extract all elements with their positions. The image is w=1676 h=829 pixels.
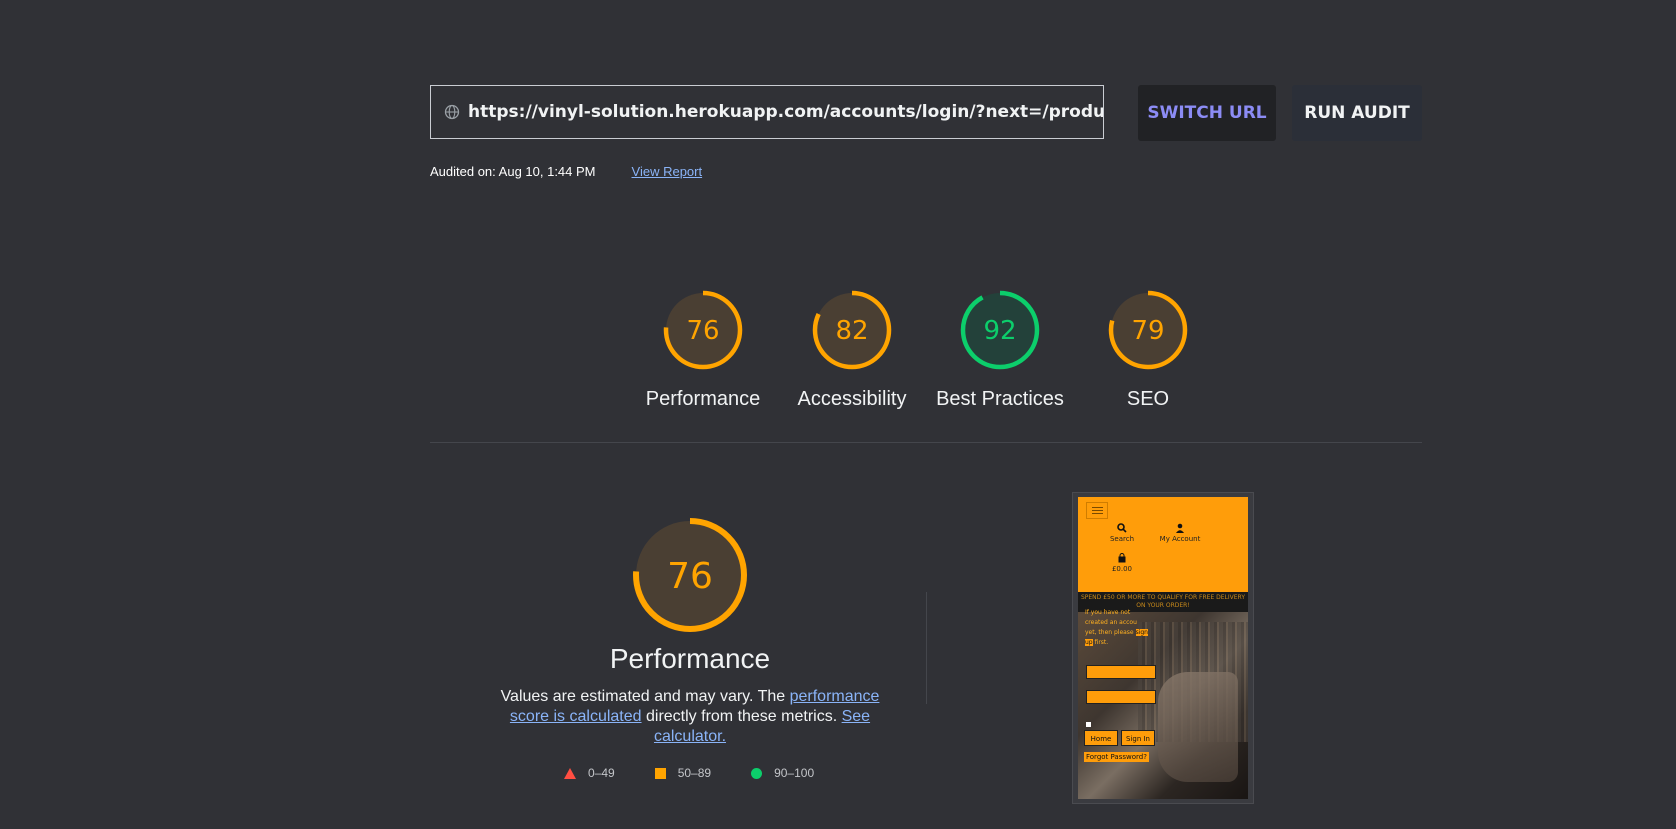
audited-on-text: Audited on: Aug 10, 1:44 PM <box>430 164 596 179</box>
thumb-account: My Account <box>1156 523 1204 543</box>
legend-average: 50–89 <box>654 766 712 780</box>
square-icon <box>654 767 666 779</box>
score-ring: 82 <box>812 290 892 370</box>
run-audit-button[interactable]: RUN AUDIT <box>1292 85 1422 141</box>
legend-range: 50–89 <box>677 766 712 780</box>
thumb-home-button: Home <box>1084 730 1118 746</box>
switch-url-button[interactable]: SWITCH URL <box>1138 85 1276 141</box>
url-field[interactable]: https://vinyl-solution.herokuapp.com/acc… <box>430 85 1104 139</box>
vertical-separator <box>926 592 927 704</box>
desc-text: directly from these metrics. <box>641 708 842 725</box>
score-ring: 79 <box>1108 290 1188 370</box>
gauge-best-practices[interactable]: 92 Best Practices <box>930 288 1070 411</box>
gauge-performance[interactable]: 76 Performance <box>633 288 773 411</box>
score-value: 92 <box>983 316 1016 346</box>
view-report-link[interactable]: View Report <box>632 164 703 179</box>
gauge-label: SEO <box>1126 388 1170 410</box>
audit-meta: Audited on: Aug 10, 1:44 PM View Report <box>430 164 702 179</box>
lighthouse-report-page: https://vinyl-solution.herokuapp.com/acc… <box>0 0 1676 829</box>
final-screenshot: Search My Account £0.00 SPEND £50 OR MOR… <box>1072 492 1254 804</box>
score-value: 82 <box>835 316 868 346</box>
thumb-username-input <box>1086 665 1156 679</box>
gauge-seo[interactable]: 79 SEO <box>1078 288 1218 411</box>
gauge-accessibility[interactable]: 82 Accessibility <box>782 288 922 411</box>
url-text: https://vinyl-solution.herokuapp.com/acc… <box>468 102 1103 122</box>
thumb-signin-button: Sign In <box>1121 730 1155 746</box>
thumb-bag: £0.00 <box>1108 553 1136 573</box>
legend-range: 90–100 <box>774 766 815 780</box>
thumb-header: Search My Account £0.00 <box>1078 497 1248 592</box>
performance-score: 76 <box>667 556 713 597</box>
score-value: 76 <box>686 316 719 346</box>
thumb-remember-checkbox <box>1086 722 1091 727</box>
performance-gauge-large: 76 <box>633 518 747 632</box>
score-legend: 0–49 50–89 90–100 <box>564 766 854 780</box>
desc-text: Values are estimated and may vary. The <box>500 688 790 705</box>
user-icon <box>1176 523 1184 533</box>
search-icon <box>1117 523 1127 533</box>
score-ring: 76 <box>663 290 743 370</box>
performance-description: Values are estimated and may vary. The p… <box>495 687 885 747</box>
thumb-search: Search <box>1108 523 1136 543</box>
legend-pass: 90–100 <box>751 766 814 780</box>
triangle-icon <box>564 767 576 779</box>
thumb-intro: If you have not created an accou yet, th… <box>1085 609 1148 646</box>
score-gauges: 76 Performance 82 Accessibility 92 Best … <box>0 288 1676 428</box>
section-divider <box>430 442 1422 443</box>
score-ring: 92 <box>960 290 1040 370</box>
hamburger-icon <box>1086 502 1108 519</box>
performance-title: Performance <box>609 643 771 674</box>
globe-icon <box>444 104 460 120</box>
thumb-forgot-password: Forgot Password? <box>1084 752 1149 762</box>
legend-range: 0–49 <box>588 766 615 780</box>
thumb-password-input <box>1086 690 1156 704</box>
score-value: 79 <box>1131 316 1164 346</box>
shopping-bag-icon <box>1118 553 1126 563</box>
circle-icon <box>751 767 763 779</box>
screenshot-image: Search My Account £0.00 SPEND £50 OR MOR… <box>1078 497 1248 799</box>
legend-fail: 0–49 <box>564 766 615 780</box>
